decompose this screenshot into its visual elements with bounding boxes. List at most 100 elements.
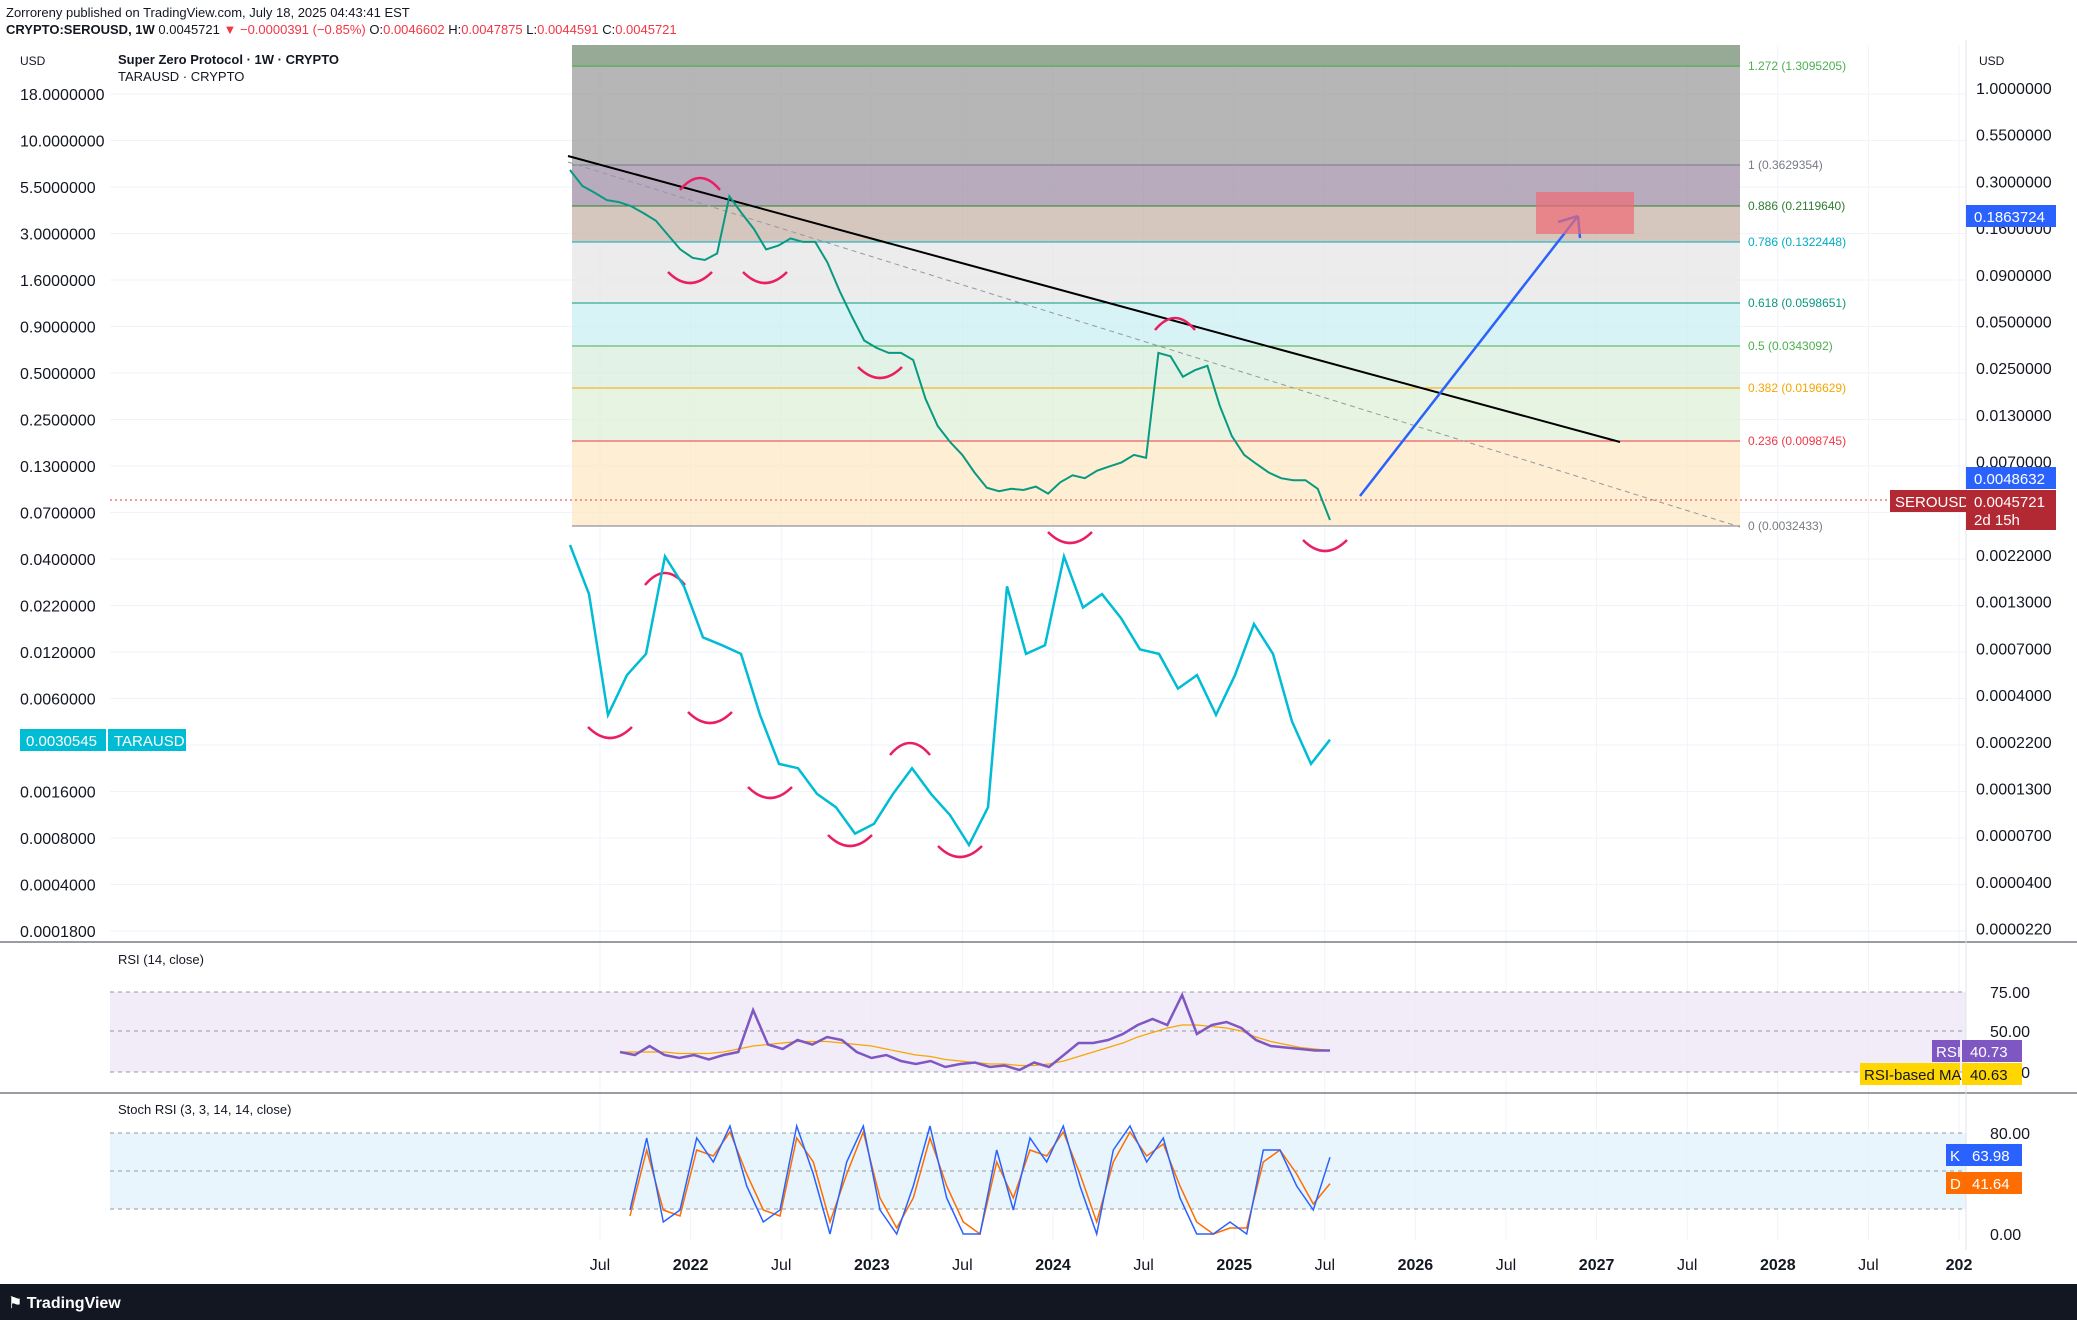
- tradingview-logo[interactable]: ⚑ TradingView: [8, 1293, 121, 1313]
- x-tick-label: 2024: [1035, 1257, 1071, 1274]
- pivot-arc: [747, 786, 793, 800]
- left-tick-label: 0.0120000: [20, 645, 96, 662]
- target-price-tag: 0.1863724: [1966, 205, 2056, 227]
- x-tick-label: Jul: [1858, 1257, 1878, 1274]
- target-zone: [1536, 192, 1634, 234]
- fib-band: [572, 388, 1740, 441]
- rsi-tick-label: 50.00: [1990, 1024, 2030, 1041]
- left-tick-label: 0.2500000: [20, 413, 96, 430]
- countdown: 2d 15h: [1974, 512, 2020, 529]
- x-tick-label: 2023: [854, 1257, 890, 1274]
- pivot-arc: [937, 845, 983, 859]
- tv-icon: ⚑: [8, 1295, 23, 1312]
- left-tick-label: 0.0220000: [20, 599, 96, 616]
- left-tick-label: 10.0000000: [20, 134, 105, 151]
- fib-retracement[interactable]: 1.272 (1.3095205) 1 (0.3629354) 0.886 (0.2…: [572, 45, 1846, 533]
- rsi-title: RSI (14, close): [118, 952, 204, 967]
- stoch-tick-label: 0.00: [1990, 1227, 2021, 1244]
- left-tick-label: 1.6000000: [20, 273, 96, 290]
- last-price-tag: 0.0048632: [1966, 467, 2056, 489]
- right-tick-label: 0.0130000: [1976, 408, 2052, 425]
- fib-level-label: 0.5 (0.0343092): [1748, 339, 1833, 353]
- rsi-tick-label: 75.00: [1990, 985, 2030, 1002]
- rsi-value: 40.73: [1970, 1044, 2008, 1061]
- main-subtitle: TARAUSD · CRYPTO: [118, 69, 244, 84]
- right-tick-label: 0.3000000: [1976, 174, 2052, 191]
- fib-level-label: 0.382 (0.0196629): [1748, 381, 1846, 395]
- right-tick-label: 0.0004000: [1976, 688, 2052, 705]
- left-unit: USD: [20, 54, 46, 68]
- pivot-arc: [587, 726, 633, 740]
- fib-level-label: 0.236 (0.0098745): [1748, 434, 1846, 448]
- rsi-ma-value: 40.63: [1970, 1067, 2008, 1084]
- right-unit: USD: [1979, 54, 2005, 68]
- pivot-arc: [687, 711, 733, 725]
- fib-band: [572, 303, 1740, 346]
- rsi-label: RSI: [1936, 1044, 1961, 1061]
- x-tick-label: 2028: [1760, 1257, 1796, 1274]
- left-tick-label: 0.0016000: [20, 785, 96, 802]
- right-tick-label: 0.0001300: [1976, 782, 2052, 799]
- left-tick-label: 3.0000000: [20, 227, 96, 244]
- pivot-arc: [1047, 531, 1093, 545]
- left-tick-label: 18.0000000: [20, 87, 105, 104]
- serousd-price: 0.0045721: [1974, 494, 2045, 511]
- main-title: Super Zero Protocol · 1W · CRYPTO: [118, 52, 339, 67]
- right-tick-label: 0.0000700: [1976, 828, 2052, 845]
- fib-level-label: 1.272 (1.3095205): [1748, 59, 1846, 73]
- right-tick-label: 0.0900000: [1976, 268, 2052, 285]
- x-tick-label: Jul: [952, 1257, 972, 1274]
- x-tick-label: Jul: [771, 1257, 791, 1274]
- fib-level-label: 0.618 (0.0598651): [1748, 296, 1846, 310]
- tara-price: 0.0030545: [26, 733, 97, 750]
- last-price-label: 0.0048632: [1974, 471, 2045, 488]
- right-tick-label: 1.0000000: [1976, 81, 2052, 98]
- left-tick-label: 0.5000000: [20, 366, 96, 383]
- target-price: 0.1863724: [1974, 209, 2045, 226]
- pivot-arc: [827, 834, 873, 848]
- right-tick-label: 0.0000220: [1976, 922, 2052, 939]
- fib-band-top: [572, 45, 1740, 67]
- x-tick-label: 2026: [1398, 1257, 1434, 1274]
- brand-label: TradingView: [26, 1295, 121, 1312]
- x-tick-label: Jul: [1133, 1257, 1153, 1274]
- fib-level-label: 1 (0.3629354): [1748, 158, 1823, 172]
- left-tick-label: 0.0700000: [20, 506, 96, 523]
- right-tick-label: 0.0250000: [1976, 361, 2052, 378]
- k-value: 63.98: [1972, 1148, 2010, 1165]
- serousd-tag: SEROUSD 0.0045721 2d 15h: [1890, 490, 2056, 530]
- x-tick-label: 2027: [1579, 1257, 1615, 1274]
- x-tick-label: Jul: [590, 1257, 610, 1274]
- stoch-tick-label: 80.00: [1990, 1126, 2030, 1143]
- rsi-band: [110, 992, 1966, 1072]
- d-label: D: [1950, 1176, 1961, 1193]
- d-value: 41.64: [1972, 1176, 2010, 1193]
- left-tick-label: 0.0400000: [20, 552, 96, 569]
- right-tick-label: 0.5500000: [1976, 128, 2052, 145]
- left-tick-label: 0.0001800: [20, 924, 96, 941]
- right-tick-label: 0.0007000: [1976, 641, 2052, 658]
- x-tick-label: 202: [1946, 1257, 1973, 1274]
- x-tick-label: Jul: [1315, 1257, 1335, 1274]
- tarausd-line: [568, 544, 1331, 848]
- fib-level-label: 0.886 (0.2119640): [1748, 199, 1845, 213]
- left-tick-label: 0.9000000: [20, 320, 96, 337]
- x-tick-label: Jul: [1496, 1257, 1516, 1274]
- rsi-ma-label: RSI-based MA: [1864, 1067, 1962, 1084]
- left-tick-label: 0.0004000: [20, 878, 96, 895]
- stoch-title: Stoch RSI (3, 3, 14, 14, close): [118, 1102, 291, 1117]
- right-tick-label: 0.0000400: [1976, 875, 2052, 892]
- left-tick-label: 5.5000000: [20, 180, 96, 197]
- footer-bar: ⚑ TradingView: [0, 1284, 2077, 1320]
- x-tick-label: Jul: [1677, 1257, 1697, 1274]
- x-tick-label: 2022: [673, 1257, 709, 1274]
- right-tick-label: 0.0500000: [1976, 315, 2052, 332]
- fib-level-label: 0.786 (0.1322448): [1748, 235, 1846, 249]
- serousd-symbol: SEROUSD: [1895, 494, 1969, 511]
- left-tick-label: 0.0008000: [20, 831, 96, 848]
- fib-level-label: 0 (0.0032433): [1748, 519, 1823, 533]
- chart-canvas[interactable]: 1.272 (1.3095205) 1 (0.3629354) 0.886 (0.2…: [0, 0, 2077, 1284]
- right-tick-label: 0.0002200: [1976, 735, 2052, 752]
- fib-band: [572, 441, 1740, 526]
- x-tick-label: 2025: [1216, 1257, 1252, 1274]
